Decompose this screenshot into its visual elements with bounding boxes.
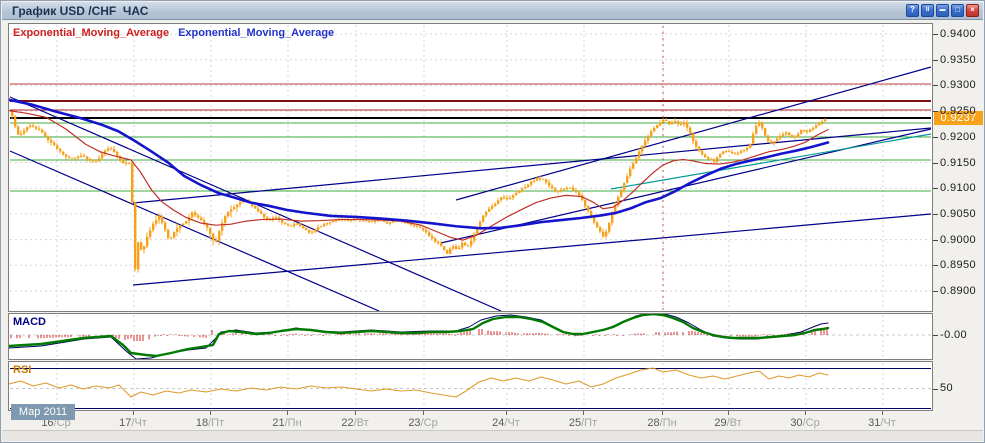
time-axis-tick: [355, 411, 356, 415]
rsi-panel: [8, 361, 933, 411]
legend-ema-fast: Exponential_Moving_Average: [13, 27, 170, 39]
window-controls: ? II ▬ □ ×: [906, 4, 979, 17]
price-chart-canvas[interactable]: [9, 24, 932, 311]
time-axis-tick: [882, 411, 883, 415]
time-axis-tick: [583, 411, 584, 415]
time-axis-tick: [133, 411, 134, 415]
time-axis[interactable]: 16/Ср 17/Чт 18/Пт 21/Пн 22/Вт 23/Ср 24/Чт 25/Пт…: [8, 411, 933, 432]
price-axis-tick: [933, 213, 938, 215]
price-panel: [8, 23, 933, 312]
time-axis-label: 29/Вт: [714, 417, 742, 429]
macd-zero-label: -0.00: [940, 329, 968, 341]
price-axis-tick: [933, 136, 938, 138]
rsi-50-label: 50: [940, 382, 954, 394]
price-axis-label: 0.8950: [940, 259, 977, 272]
time-axis-tick: [662, 411, 663, 415]
close-button[interactable]: ×: [966, 4, 979, 17]
price-axis-label: 0.9050: [940, 207, 977, 220]
macd-canvas[interactable]: [9, 314, 932, 359]
bottom-strip: [2, 430, 983, 441]
window-title: График USD /CHF ЧАС: [12, 3, 149, 18]
price-axis-label: 0.9350: [940, 53, 977, 66]
price-axis-tick: [933, 85, 938, 87]
minimize-button[interactable]: ▬: [936, 4, 949, 17]
time-axis-tick: [805, 411, 806, 415]
time-axis-label: 24/Чт: [492, 417, 520, 429]
price-axis-label: 0.8900: [940, 285, 977, 297]
chart-window: График USD /CHF ЧАС ? II ▬ □ × Exponenti…: [0, 0, 985, 443]
price-axis-label: 0.9000: [940, 233, 977, 246]
price-axis-tick: [933, 265, 938, 267]
time-axis-tick: [423, 411, 424, 415]
time-axis-label: 18/Пт: [195, 417, 225, 429]
month-badge: Мар 2011: [11, 404, 75, 420]
price-axis-tick: [933, 111, 938, 113]
time-axis-label: 25/Пт: [568, 417, 598, 429]
price-axis-tick: [933, 291, 938, 292]
indicator-legend: Exponential_Moving_Average Exponential_Mo…: [13, 27, 343, 39]
price-axis-label: 0.9400: [940, 28, 977, 40]
price-axis-tick: [933, 239, 938, 241]
macd-label: MACD: [13, 316, 46, 328]
price-axis-label: 0.9300: [940, 79, 977, 92]
price-axis-tick: [933, 188, 938, 190]
time-axis-label: 28/Пн: [647, 417, 677, 429]
time-axis-label: 31/Чт: [868, 417, 896, 429]
title-bar[interactable]: График USD /CHF ЧАС ? II ▬ □ ×: [2, 2, 983, 20]
price-axis-label: 0.9250: [940, 105, 977, 118]
price-axis-label: 0.9200: [940, 130, 977, 143]
price-axis-tick: [933, 59, 938, 61]
pause-button[interactable]: II: [921, 4, 934, 17]
time-axis-tick: [506, 411, 507, 415]
price-axis-label: 0.9150: [940, 156, 977, 169]
price-axis-label: 0.9100: [940, 182, 977, 195]
macd-panel: [8, 313, 933, 360]
time-axis-label: 17/Чт: [119, 417, 147, 429]
price-axis-tick: [933, 34, 938, 35]
price-axis-tick: [933, 162, 938, 164]
rsi-canvas[interactable]: [9, 362, 932, 410]
time-axis-label: 30/Ср: [790, 417, 820, 429]
help-button[interactable]: ?: [906, 4, 919, 17]
time-axis-tick: [287, 411, 288, 415]
time-axis-tick: [728, 411, 729, 415]
rsi-label: RSI: [13, 364, 32, 376]
time-axis-label: 22/Вт: [341, 417, 369, 429]
time-axis-label: 23/Ср: [408, 417, 438, 429]
time-axis-label: 21/Пн: [272, 417, 302, 429]
time-axis-tick: [210, 411, 211, 415]
legend-ema-slow: Exponential_Moving_Average: [178, 27, 335, 39]
maximize-button[interactable]: □: [951, 4, 964, 17]
